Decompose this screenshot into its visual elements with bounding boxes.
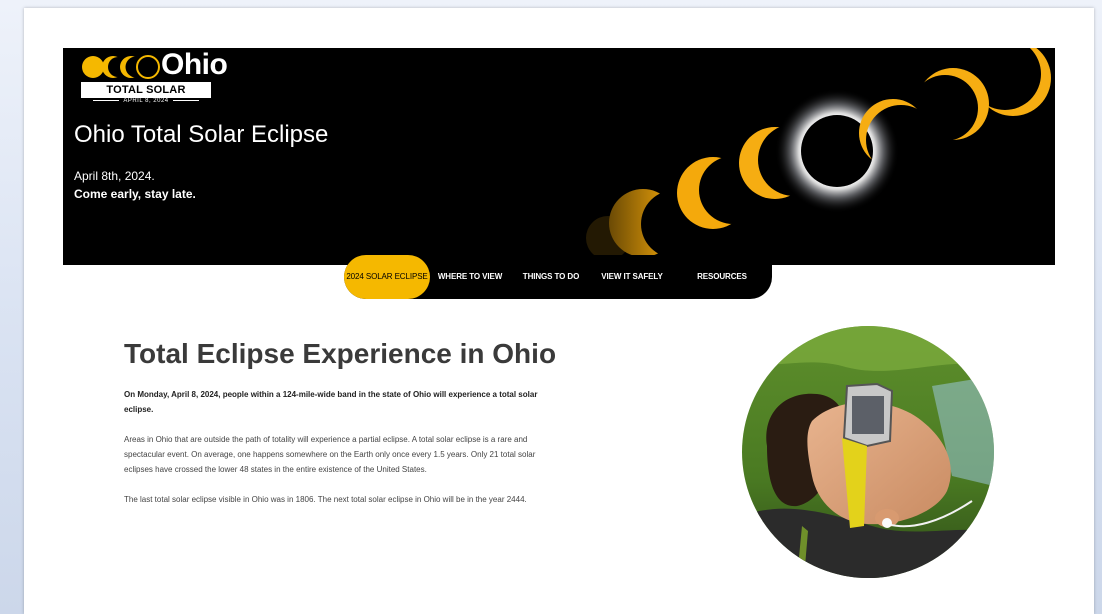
hero-date: April 8th, 2024. bbox=[74, 169, 155, 183]
hero-banner: Ohio TOTAL SOLAR ECLIPSE APRIL 8, 2024 O… bbox=[63, 48, 1055, 265]
eclipse-viewer-photo bbox=[742, 326, 994, 578]
logo-wordmark: Ohio bbox=[161, 48, 228, 81]
photo-illustration bbox=[742, 326, 994, 578]
nav-item-view-it-safely[interactable]: VIEW IT SAFELY bbox=[592, 255, 672, 299]
logo-date-text: APRIL 8, 2024 bbox=[123, 98, 169, 104]
nav-item-resources[interactable]: RESOURCES bbox=[680, 255, 764, 299]
page-canvas: Ohio TOTAL SOLAR ECLIPSE APRIL 8, 2024 O… bbox=[24, 8, 1094, 614]
body-paragraph: Areas in Ohio that are outside the path … bbox=[124, 435, 536, 474]
nav-item-where-to-view[interactable]: WHERE TO VIEW bbox=[430, 255, 510, 299]
logo-bar-bold: TOTAL SOLAR bbox=[106, 84, 186, 96]
nav-item-things-to-do[interactable]: THINGS TO DO bbox=[510, 255, 592, 299]
body-paragraph: The last total solar eclipse visible in … bbox=[124, 495, 527, 504]
logo-date: APRIL 8, 2024 bbox=[81, 98, 211, 104]
nav-item-2024-solar-eclipse[interactable]: 2024 SOLAR ECLIPSE bbox=[344, 255, 430, 299]
hero-tagline: Come early, stay late. bbox=[74, 187, 196, 201]
hero-title: Ohio Total Solar Eclipse bbox=[74, 121, 329, 148]
ohio-eclipse-logo[interactable]: Ohio TOTAL SOLAR ECLIPSE APRIL 8, 2024 bbox=[81, 50, 228, 110]
lead-paragraph: On Monday, April 8, 2024, people within … bbox=[124, 390, 538, 414]
logo-bar: TOTAL SOLAR ECLIPSE bbox=[81, 82, 211, 110]
main-nav: 2024 SOLAR ECLIPSE WHERE TO VIEW THINGS … bbox=[344, 255, 772, 299]
page-heading: Total Eclipse Experience in Ohio bbox=[124, 338, 557, 369]
